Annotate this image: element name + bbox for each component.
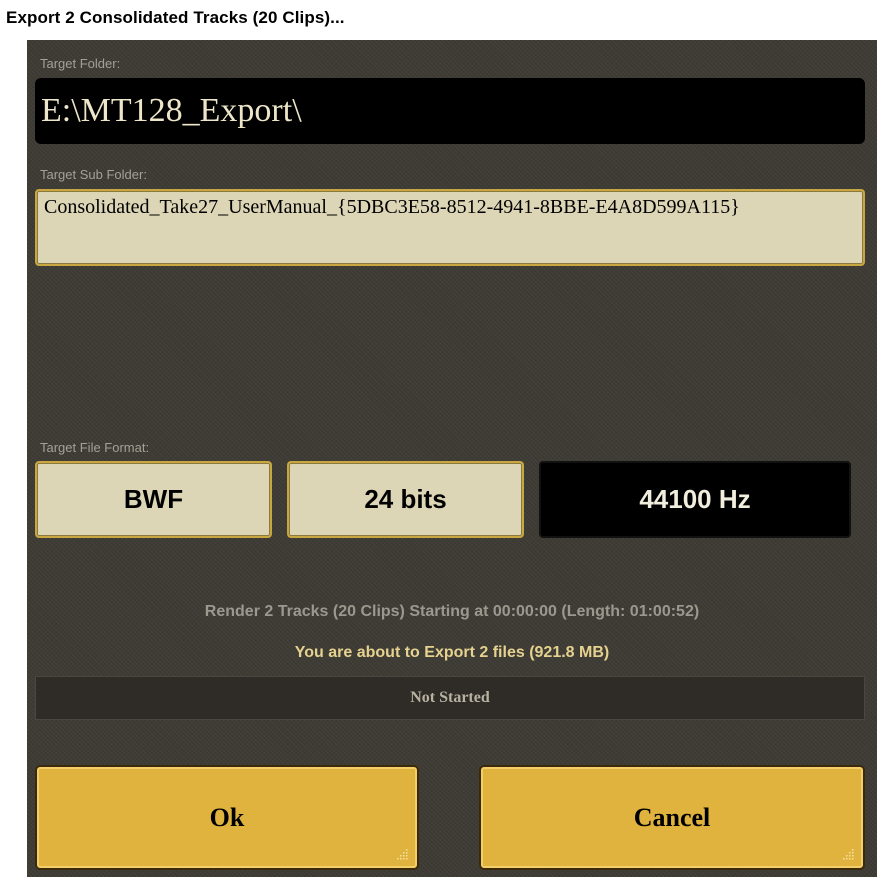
bit-depth-value: 24 bits <box>364 484 447 514</box>
cancel-button-label: Cancel <box>633 802 711 832</box>
target-folder-label: Target Folder: <box>40 56 121 71</box>
render-info-text: Render 2 Tracks (20 Clips) Starting at 0… <box>204 603 700 620</box>
target-sub-folder-field[interactable]: Consolidated_Take27_UserManual_{5DBC3E58… <box>35 189 865 266</box>
bit-depth-button[interactable]: 24 bits <box>287 461 524 538</box>
dialog-title: Export 2 Consolidated Tracks (20 Clips).… <box>6 8 345 27</box>
resize-grip-icon <box>397 849 408 860</box>
target-folder-field[interactable]: E:\MT128_Export\ <box>35 78 865 144</box>
target-sub-folder-value: Consolidated_Take27_UserManual_{5DBC3E58… <box>44 196 740 218</box>
target-file-format-label: Target File Format: <box>40 440 150 455</box>
resize-grip-icon <box>843 849 854 860</box>
export-dialog: Export 2 Consolidated Tracks (20 Clips).… <box>0 0 877 877</box>
target-folder-value: E:\MT128_Export\ <box>41 92 302 129</box>
ok-button-label: Ok <box>209 802 245 832</box>
file-format-button[interactable]: BWF <box>35 461 272 538</box>
title-bar: Export 2 Consolidated Tracks (20 Clips).… <box>0 0 877 40</box>
sample-rate-value: 44100 Hz <box>639 484 751 514</box>
sample-rate-button[interactable]: 44100 Hz <box>539 461 851 538</box>
ok-button[interactable]: Ok <box>35 765 419 870</box>
cancel-button[interactable]: Cancel <box>479 765 865 870</box>
file-format-value: BWF <box>123 484 184 514</box>
progress-bar: Not Started <box>35 676 865 720</box>
target-sub-folder-label: Target Sub Folder: <box>40 167 147 182</box>
dialog-panel <box>27 40 877 877</box>
export-info-text: You are about to Export 2 files (921.8 M… <box>294 644 610 661</box>
progress-status: Not Started <box>410 689 490 706</box>
